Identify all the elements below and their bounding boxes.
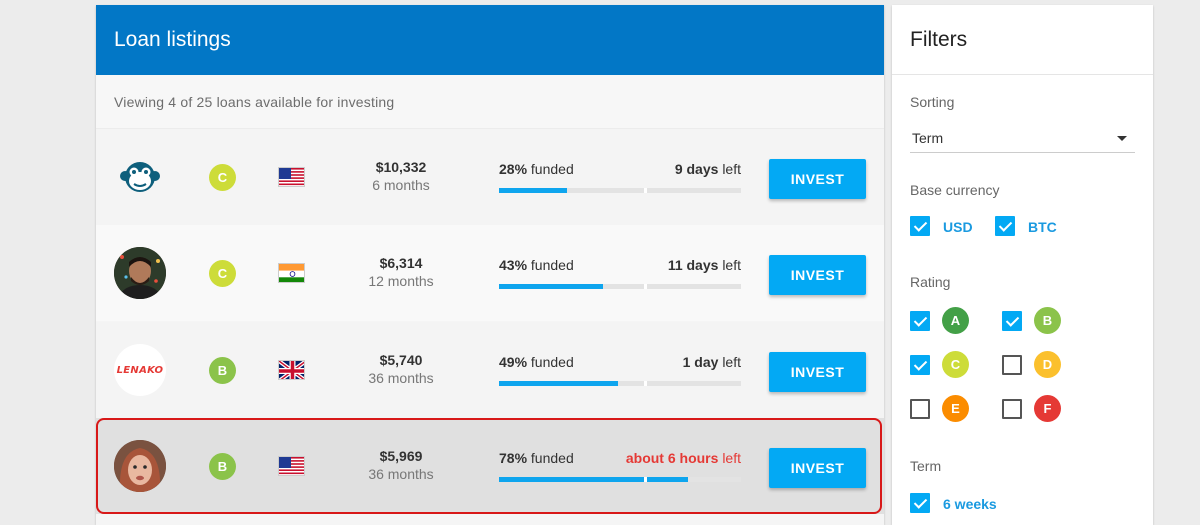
rating-a-badge: A — [942, 307, 969, 334]
progress-divider — [644, 477, 647, 482]
usd-checkbox[interactable] — [910, 216, 930, 236]
btc-checkbox[interactable] — [995, 216, 1015, 236]
time-left-value: 9 days — [674, 161, 719, 177]
funding-progress-bar — [499, 188, 741, 193]
user-avatar — [114, 247, 166, 299]
funding-progress-bar — [499, 477, 741, 482]
funded-percent: 78% — [499, 450, 528, 466]
progress-divider — [644, 381, 647, 386]
time-left-value: 1 day — [682, 354, 719, 370]
listings-title: Loan listings — [114, 28, 231, 51]
invest-button[interactable]: INVEST — [769, 352, 866, 392]
rating-badge: C — [209, 260, 236, 287]
time-left-suffix: left — [722, 450, 741, 466]
monkey-icon — [120, 162, 160, 192]
monkey-logo-avatar — [114, 151, 166, 203]
term-label: Term — [910, 458, 942, 474]
time-left-suffix: left — [722, 161, 741, 177]
invest-button[interactable]: INVEST — [769, 448, 866, 488]
rating-d-badge: D — [1034, 351, 1061, 378]
rating-label: Rating — [910, 274, 951, 290]
time-left: 11 days left — [546, 257, 741, 273]
rating-b-checkbox[interactable] — [1002, 311, 1022, 331]
progress-divider — [644, 284, 647, 289]
listings-summary: Viewing 4 of 25 loans available for inve… — [96, 75, 884, 129]
loan-row[interactable]: C $10,332 6 months 28% funded 9 days lef… — [96, 129, 884, 225]
loan-row-selected[interactable]: B $5,969 36 months 78% funded about 6 ho… — [96, 418, 884, 514]
funded-percent: 43% — [499, 257, 528, 273]
rating-f-badge: F — [1034, 395, 1061, 422]
sorting-select[interactable]: Term — [910, 123, 1135, 153]
term-6-weeks-checkbox[interactable] — [910, 493, 930, 513]
loan-amount: $10,332 — [375, 159, 427, 175]
filters-title: Filters — [892, 5, 1153, 75]
loan-amount: $6,314 — [379, 255, 423, 271]
filters-panel: Filters Sorting Term Base currency USD B… — [892, 5, 1153, 525]
funded-percent: 49% — [499, 354, 528, 370]
rating-b-badge: B — [1034, 307, 1061, 334]
loan-listings-card: Loan listings Viewing 4 of 25 loans avai… — [96, 5, 884, 525]
base-currency-label: Base currency — [910, 182, 1000, 198]
progress-fill — [499, 381, 618, 386]
time-left-suffix: left — [722, 354, 741, 370]
loan-term: 36 months — [368, 466, 434, 482]
funding-progress-bar — [499, 284, 741, 289]
rating-c-badge: C — [942, 351, 969, 378]
funded-percent: 28% — [499, 161, 528, 177]
rating-badge: C — [209, 164, 236, 191]
loan-term: 6 months — [372, 177, 430, 193]
progress-fill — [499, 284, 604, 289]
loan-amount: $5,969 — [379, 448, 423, 464]
rating-f-checkbox[interactable] — [1002, 399, 1022, 419]
progress-fill — [499, 477, 688, 482]
btc-label[interactable]: BTC — [1028, 219, 1057, 235]
invest-button[interactable]: INVEST — [769, 255, 866, 295]
time-left-value: 11 days — [667, 257, 719, 273]
rating-e-checkbox[interactable] — [910, 399, 930, 419]
funding-progress-bar — [499, 381, 741, 386]
rating-c-checkbox[interactable] — [910, 355, 930, 375]
india-flag-icon — [278, 263, 305, 283]
rating-d-checkbox[interactable] — [1002, 355, 1022, 375]
user-photo-icon — [114, 247, 166, 299]
us-flag-icon — [278, 167, 305, 187]
usd-label[interactable]: USD — [943, 219, 973, 235]
time-left: about 6 hours left — [546, 450, 741, 466]
user-photo-icon — [114, 440, 166, 492]
time-left: 9 days left — [546, 161, 741, 177]
time-left-value: about 6 hours — [625, 450, 719, 466]
listings-summary-text: Viewing 4 of 25 loans available for inve… — [114, 93, 395, 110]
time-left: 1 day left — [546, 354, 741, 370]
listings-header: Loan listings — [96, 5, 884, 75]
rating-badge: B — [209, 453, 236, 480]
loan-row[interactable]: C $6,314 12 months 43% funded 11 days le… — [96, 225, 884, 321]
time-left-suffix: left — [722, 257, 741, 273]
rating-badge: B — [209, 357, 236, 384]
loan-term: 12 months — [368, 273, 434, 289]
loan-term: 36 months — [368, 370, 434, 386]
progress-fill — [499, 188, 567, 193]
invest-button[interactable]: INVEST — [769, 159, 866, 199]
loan-amount: $5,740 — [379, 352, 423, 368]
uk-flag-icon — [278, 360, 305, 380]
sorting-label: Sorting — [910, 94, 955, 110]
loan-row[interactable]: LENAKO B $5,740 36 months 49% funded 1 d… — [96, 322, 884, 418]
us-flag-icon — [278, 456, 305, 476]
chevron-down-icon — [1117, 136, 1127, 141]
lenako-logo: LENAKO — [116, 364, 164, 376]
progress-divider — [644, 188, 647, 193]
rating-e-badge: E — [942, 395, 969, 422]
term-6-weeks-label[interactable]: 6 weeks — [943, 496, 997, 512]
lenako-logo-avatar: LENAKO — [114, 344, 166, 396]
rating-a-checkbox[interactable] — [910, 311, 930, 331]
user-avatar — [114, 440, 166, 492]
sorting-value: Term — [912, 129, 944, 146]
